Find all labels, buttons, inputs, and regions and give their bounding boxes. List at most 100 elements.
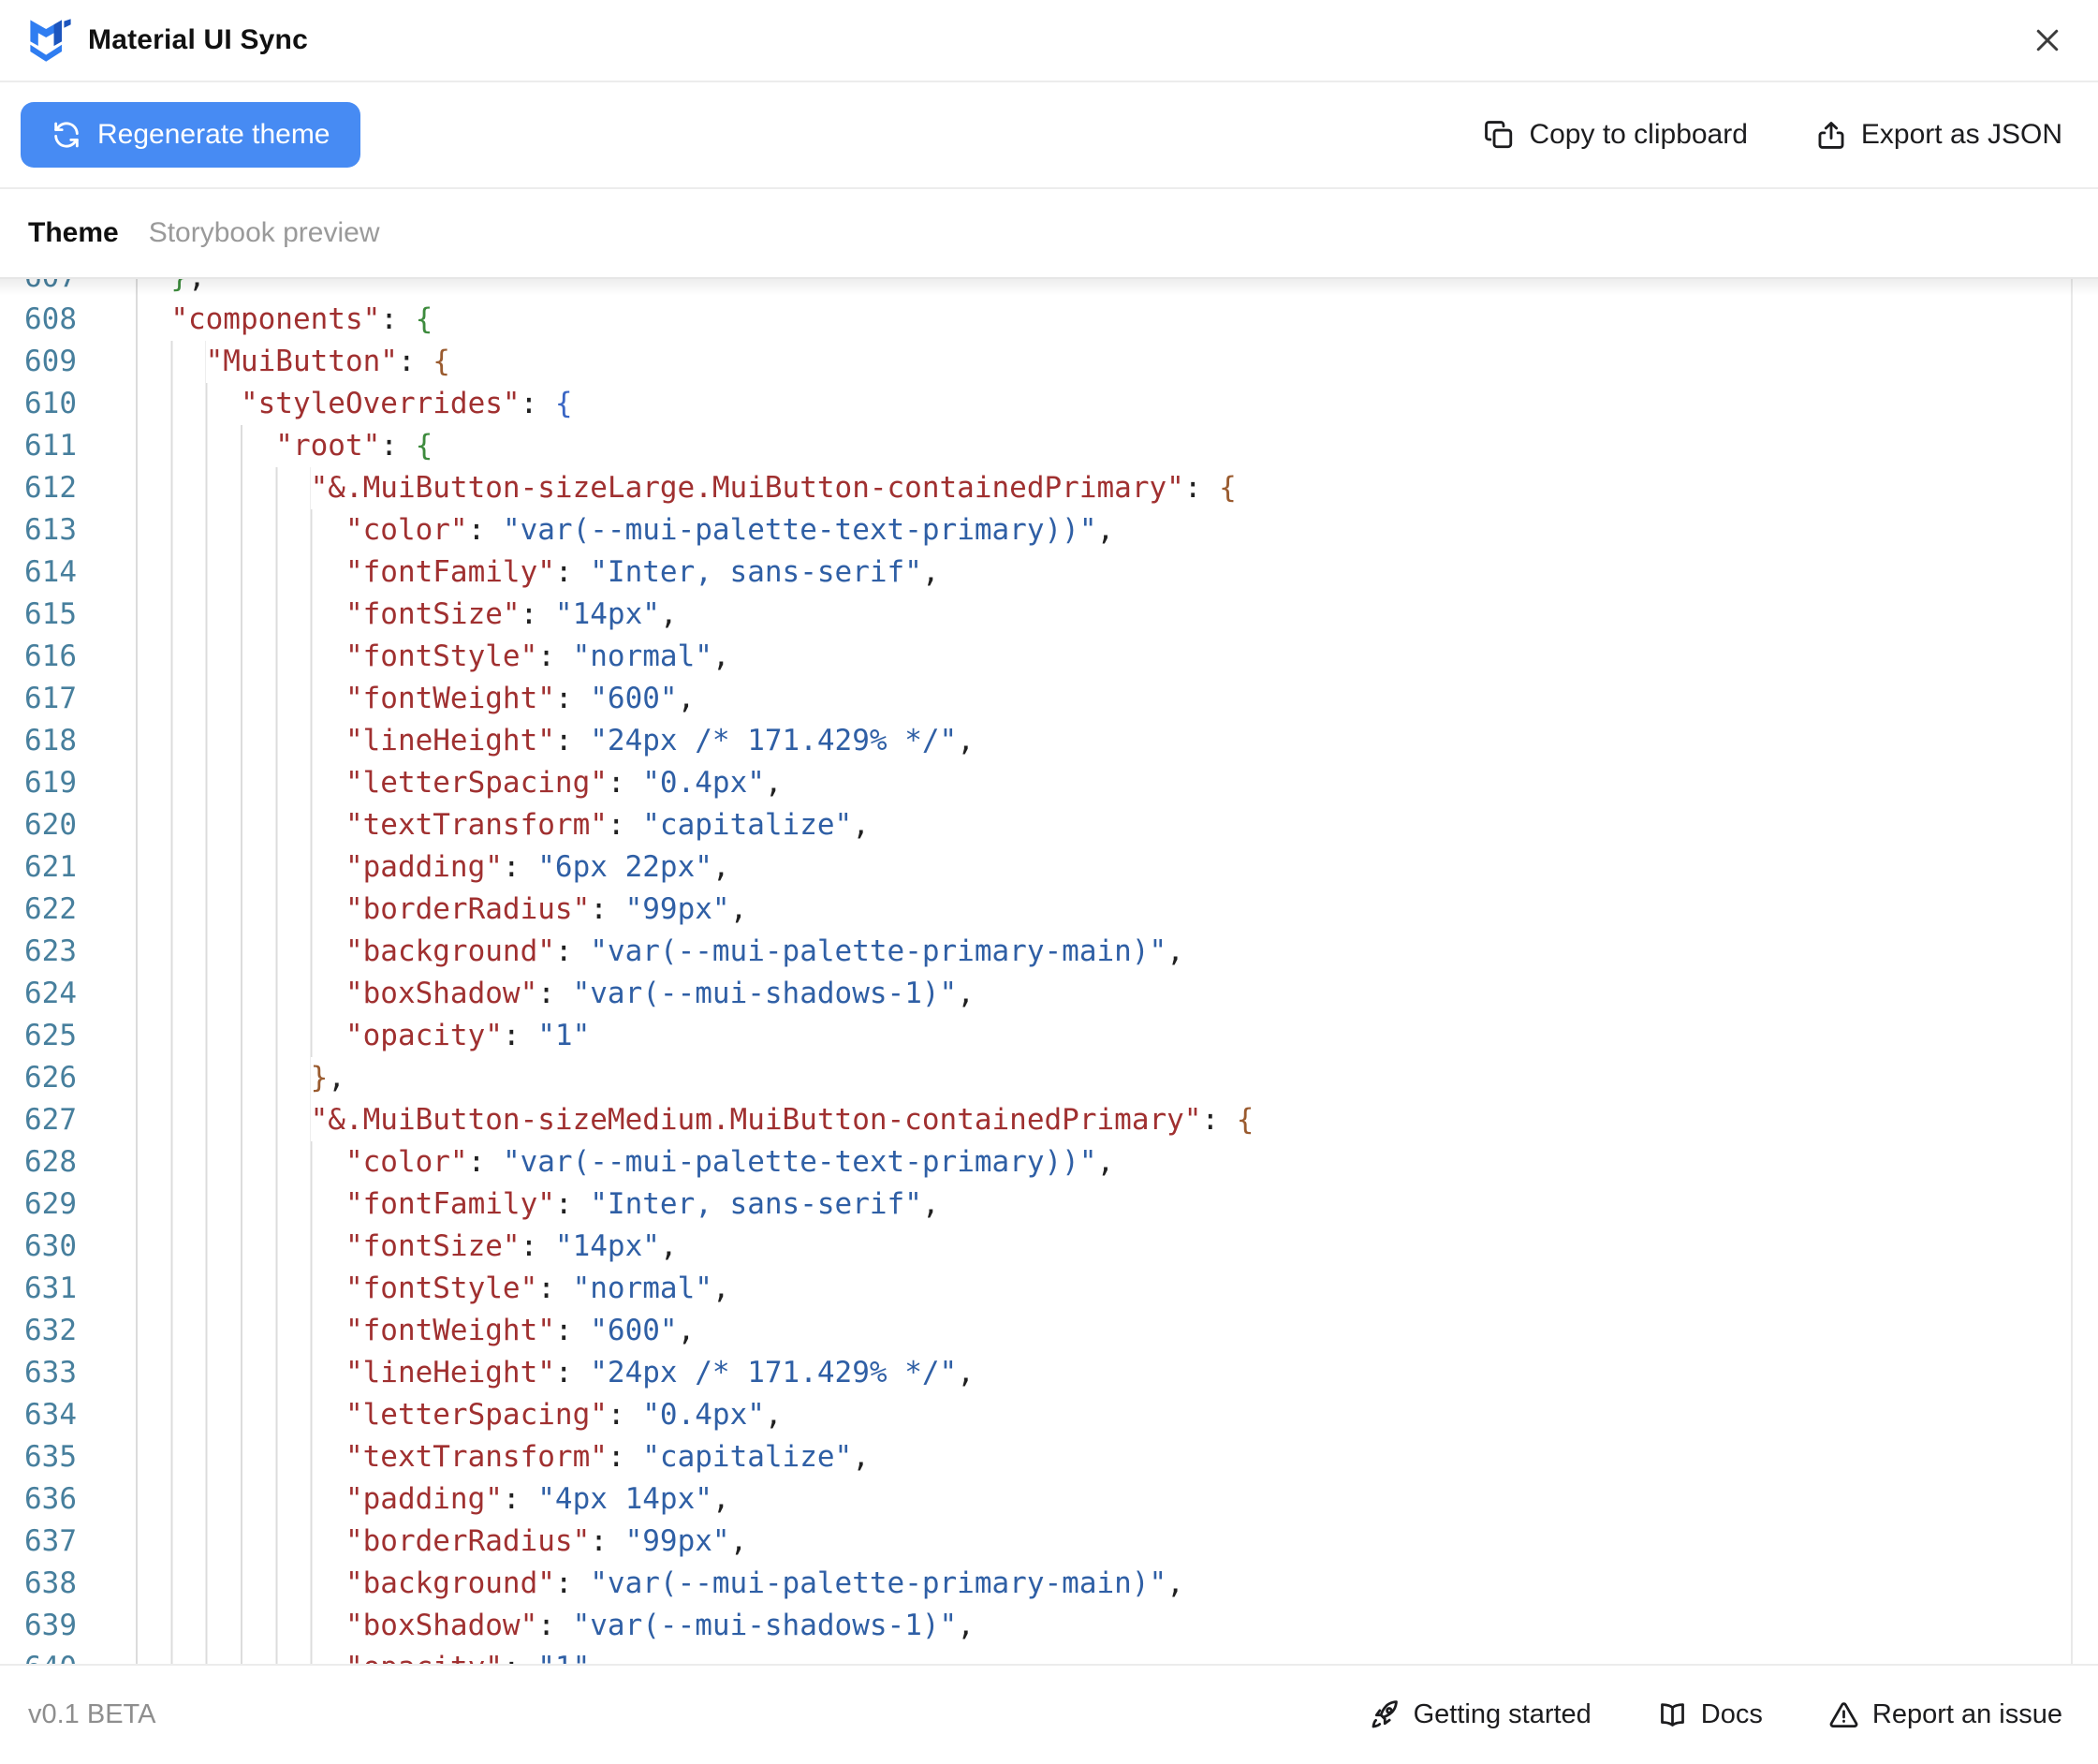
line-number: 617 [24,682,77,715]
code-line: 617 "fontWeight": "600", [0,678,2098,720]
code-line: 615 "fontSize": "14px", [0,594,2098,636]
code-line: 612 "&.MuiButton-sizeLarge.MuiButton-cont… [0,467,2098,509]
tab-theme[interactable]: Theme [28,217,119,249]
code-line: 630 "fontSize": "14px", [0,1226,2098,1268]
code-line: 618 "lineHeight": "24px /* 171.429% */", [0,720,2098,762]
line-number: 634 [24,1398,77,1432]
copy-to-clipboard-button[interactable]: Copy to clipboard [1483,119,1748,151]
code-line: 625 "opacity": "1" [0,1015,2098,1057]
code-line: 616 "fontStyle": "normal", [0,636,2098,678]
line-number: 639 [24,1609,77,1642]
code-line: 639 "boxShadow": "var(--mui-shadows-1)", [0,1605,2098,1647]
line-number: 622 [24,892,77,926]
code-line: 627 "&.MuiButton-sizeMedium.MuiButton-con… [0,1099,2098,1141]
refresh-icon [54,122,79,148]
code-line: 623 "background": "var(--mui-palette-prim… [0,931,2098,973]
close-button[interactable] [2025,18,2070,63]
code-line: 624 "boxShadow": "var(--mui-shadows-1)", [0,973,2098,1015]
line-number: 611 [24,429,77,463]
close-icon [2036,29,2059,51]
rocket-icon [1372,1700,1398,1728]
theme-code-editor[interactable]: 607}, 608 "components": {609 "MuiButton": {… [0,277,2098,1664]
code-line: 635 "textTransform": "capitalize", [0,1436,2098,1478]
code-line: 621 "padding": "6px 22px", [0,846,2098,889]
code-line: 637 "borderRadius": "99px", [0,1521,2098,1563]
export-icon [1818,122,1844,149]
copy-to-clipboard-label: Copy to clipboard [1529,119,1748,150]
line-number: 610 [24,387,77,420]
line-number: 615 [24,597,77,631]
export-as-json-button[interactable]: Export as JSON [1815,119,2062,151]
code-line: 629 "fontFamily": "Inter, sans-serif", [0,1183,2098,1226]
line-number: 609 [24,345,77,378]
line-number: 626 [24,1061,77,1095]
page-title: Material UI Sync [88,24,308,55]
code-line: 622 "borderRadius": "99px", [0,889,2098,931]
docs-link[interactable]: Docs [1657,1699,1763,1730]
footer: v0.1 BETA Getting started Docs Report an… [0,1664,2098,1764]
code-line: 640"opacity": "1" [0,1647,2098,1664]
line-number: 608 [24,302,77,336]
code-line: 620 "textTransform": "capitalize", [0,804,2098,846]
code-line: 608 "components": { [0,299,2098,341]
code-line: 609 "MuiButton": { [0,341,2098,383]
report-an-issue-link[interactable]: Report an issue [1828,1699,2062,1730]
line-number: 625 [24,1019,77,1052]
code-line: 634 "letterSpacing": "0.4px", [0,1394,2098,1436]
tab-bar: Theme Storybook preview [0,189,2098,277]
code-line: 636 "padding": "4px 14px", [0,1478,2098,1521]
report-an-issue-label: Report an issue [1871,1699,2062,1729]
docs-label: Docs [1700,1699,1763,1729]
line-number: 636 [24,1482,77,1516]
line-number: 621 [24,850,77,884]
code-line: 610 "styleOverrides": { [0,383,2098,425]
scrollbar-rail[interactable] [2071,279,2073,1664]
code-line: 613 "color": "var(--mui-palette-text-prim… [0,509,2098,551]
line-number: 630 [24,1229,77,1263]
regenerate-theme-label: Regenerate theme [97,119,330,150]
line-number: 638 [24,1566,77,1600]
line-number: 631 [24,1272,77,1305]
line-number: 620 [24,808,77,842]
material-ui-sync-window: Material UI Sync Regenerate theme Copy t… [0,0,2098,1764]
line-number: 623 [24,934,77,968]
title-bar: Material UI Sync [0,0,2098,82]
code-line: 619 "letterSpacing": "0.4px", [0,762,2098,804]
tab-storybook-preview[interactable]: Storybook preview [149,217,380,249]
line-number: 637 [24,1524,77,1558]
line-number: 614 [24,555,77,589]
getting-started-link[interactable]: Getting started [1370,1699,1592,1730]
warning-icon [1829,1702,1858,1727]
code-line: 611 "root": { [0,425,2098,467]
code-line: 607}, [0,277,2098,299]
line-number: 612 [24,471,77,505]
export-as-json-label: Export as JSON [1860,119,2062,150]
line-number: 624 [24,977,77,1010]
code-line: 631 "fontStyle": "normal", [0,1268,2098,1310]
regenerate-theme-button[interactable]: Regenerate theme [21,102,360,168]
line-number: 627 [24,1103,77,1137]
code-line: 632 "fontWeight": "600", [0,1310,2098,1352]
version-badge: v0.1 BETA [28,1699,156,1729]
code-line: 633 "lineHeight": "24px /* 171.429% */", [0,1352,2098,1394]
code-line: 638 "background": "var(--mui-palette-prim… [0,1563,2098,1605]
code-line: 614 "fontFamily": "Inter, sans-serif", [0,551,2098,594]
code-line: 626}, [0,1057,2098,1099]
line-number: 619 [24,766,77,800]
line-number: 635 [24,1440,77,1474]
code-line: 628 "color": "var(--mui-palette-text-prim… [0,1141,2098,1183]
line-number: 618 [24,724,77,757]
line-number: 629 [24,1187,77,1221]
line-number: 613 [24,513,77,547]
book-icon [1660,1703,1684,1727]
line-number: 633 [24,1356,77,1389]
line-number: 607 [24,277,77,294]
code-content: 607}, 608 "components": {609 "MuiButton": {… [0,277,2098,1664]
toolbar: Regenerate theme Copy to clipboard Expor… [0,82,2098,189]
mui-logo [30,19,71,62]
copy-icon [1485,121,1513,149]
line-number: 632 [24,1314,77,1347]
line-number: 640 [0,1647,77,1664]
line-number: 628 [24,1145,77,1179]
line-number: 616 [24,639,77,673]
